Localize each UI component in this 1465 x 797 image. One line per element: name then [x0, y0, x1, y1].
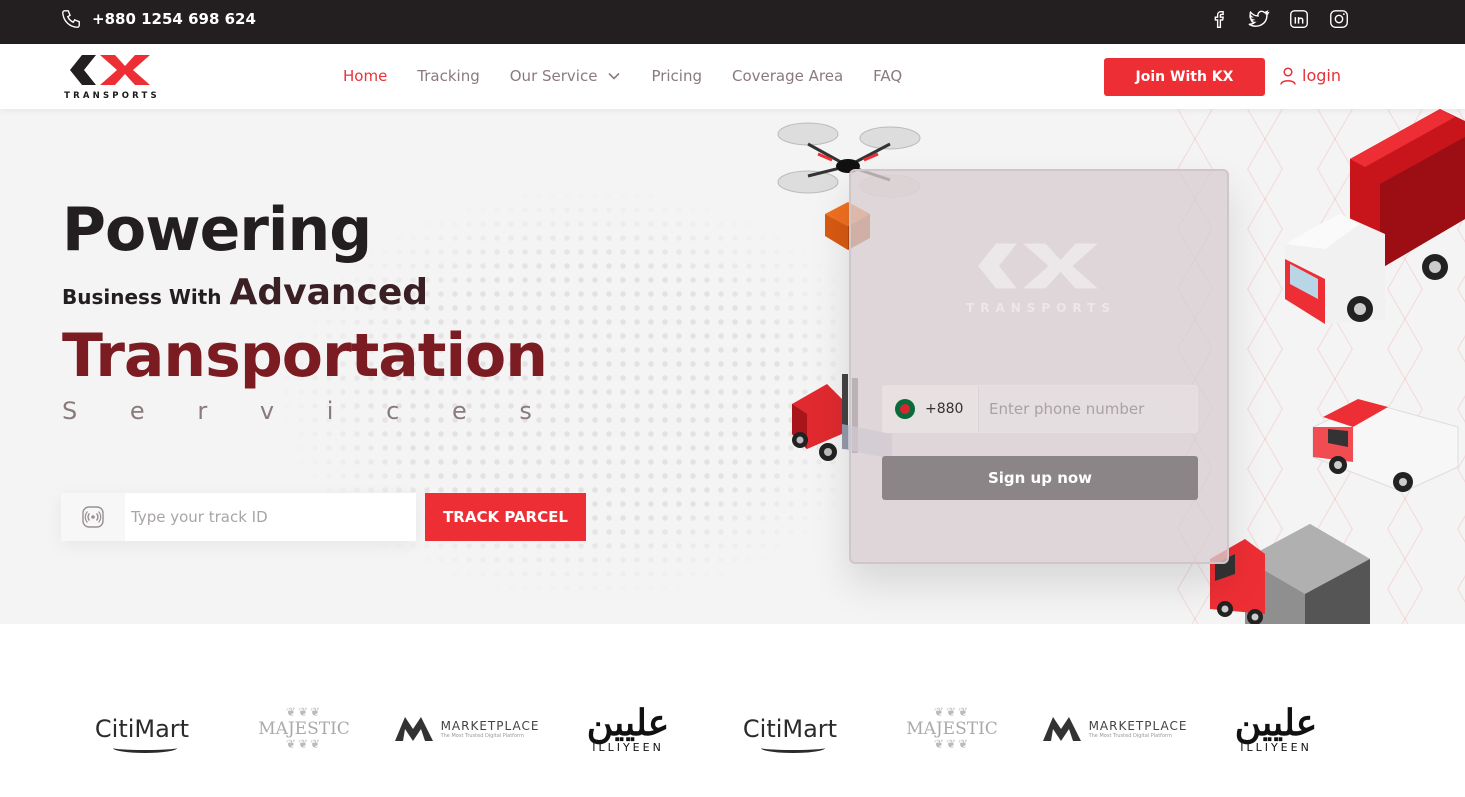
partner-illiyeen: عليين ILLIYEEN [584, 684, 672, 774]
hero-title-line1: Powering [62, 195, 372, 265]
majestic-logo: ❦❦❦ MAJESTIC ❦❦❦ [258, 705, 350, 752]
facebook-icon[interactable] [1208, 8, 1230, 30]
partner-logos: CitiMart ❦❦❦ MAJESTIC ❦❦❦ MARKETPLACE The M… [0, 624, 1465, 797]
partner-citimart: CitiMart [88, 684, 196, 774]
signup-logo: TRANSPORTS [961, 239, 1121, 319]
partner-marketplace: MARKETPLACE The Most Trusted Digital Plat… [1042, 684, 1188, 774]
partner-marketplace: MARKETPLACE The Most Trusted Digital Plat… [394, 684, 540, 774]
nav-coverage-area-label: Coverage Area [732, 67, 844, 85]
partner-majestic: ❦❦❦ MAJESTIC ❦❦❦ [906, 684, 998, 774]
services-letter: S [62, 397, 78, 425]
signup-card: TRANSPORTS +880 Sign up now [849, 169, 1229, 564]
majestic-logo: ❦❦❦ MAJESTIC ❦❦❦ [906, 705, 998, 752]
citimart-logo: CitiMart [95, 715, 189, 753]
nav-home-label: Home [343, 67, 388, 85]
hero-title-line3: Transportation [62, 321, 548, 391]
hero-title-line2: Business With Advanced [62, 272, 428, 313]
marketplace-logo: MARKETPLACE The Most Trusted Digital Plat… [394, 717, 540, 741]
phone-input-group: +880 [882, 385, 1198, 433]
nav-coverage-area[interactable]: Coverage Area [732, 67, 843, 85]
nav-our-service[interactable]: Our Service [510, 67, 622, 85]
nav-home[interactable]: Home [343, 67, 387, 85]
nav-menu: Home Tracking Our Service Pricing Covera… [343, 67, 932, 85]
services-letter: r [197, 397, 208, 425]
marketplace-logo: MARKETPLACE The Most Trusted Digital Plat… [1042, 717, 1188, 741]
nav-tracking[interactable]: Tracking [417, 67, 479, 85]
phone-icon [62, 10, 80, 28]
chevron-down-icon [608, 72, 621, 80]
contact-phone[interactable]: +880 1254 698 624 [60, 8, 256, 30]
marketplace-mark-icon [394, 717, 433, 741]
hero-section: Powering Business With Advanced Transpor… [0, 109, 1465, 624]
country-code: +880 [925, 401, 964, 417]
phone-number-input[interactable] [979, 386, 1197, 432]
services-letter: s [519, 397, 532, 425]
country-code-select[interactable]: +880 [883, 386, 979, 432]
illiyeen-logo: عليين ILLIYEEN [1234, 701, 1318, 754]
services-letter: c [386, 397, 400, 425]
partner-illiyeen: عليين ILLIYEEN [1232, 684, 1320, 774]
join-button[interactable]: Join With KX [1104, 58, 1265, 96]
illiyeen-logo: عليين ILLIYEEN [586, 701, 670, 754]
nav-pricing[interactable]: Pricing [651, 67, 702, 85]
hero-title-big: Advanced [229, 272, 429, 313]
track-id-field [61, 493, 416, 541]
services-letter: i [326, 397, 334, 425]
box-truck-illustration [1285, 109, 1465, 324]
hero-title-services: S e r v i c e s [62, 397, 532, 425]
services-letter: v [259, 397, 275, 425]
marketplace-mark-icon [1042, 717, 1081, 741]
linkedin-icon[interactable] [1288, 8, 1310, 30]
nav-pricing-label: Pricing [651, 67, 702, 85]
login-label: login [1302, 66, 1341, 85]
kx-logo-mark [70, 55, 150, 85]
social-links [1208, 8, 1350, 30]
kx-logo-mark [978, 243, 1098, 289]
main-navbar: TRANSPORTS Home Tracking Our Service Pri… [0, 44, 1465, 109]
track-parcel-form: TRACK PARCEL [61, 493, 586, 541]
signup-wordmark: TRANSPORTS [966, 301, 1116, 315]
nav-our-service-label: Our Service [509, 67, 598, 85]
signal-icon [61, 493, 125, 541]
services-letter: e [129, 397, 145, 425]
twitter-icon[interactable] [1248, 8, 1270, 30]
brand-logo[interactable]: TRANSPORTS [60, 52, 164, 102]
delivery-van-illustration [1312, 399, 1459, 493]
phone-number: +880 1254 698 624 [92, 10, 256, 28]
track-id-input[interactable] [125, 508, 405, 526]
top-bar: +880 1254 698 624 [0, 0, 1465, 44]
citimart-logo: CitiMart [743, 715, 837, 753]
nav-faq[interactable]: FAQ [873, 67, 902, 85]
cargo-truck-illustration [1210, 524, 1370, 624]
user-icon [1280, 66, 1296, 85]
partner-citimart: CitiMart [736, 684, 844, 774]
track-parcel-button[interactable]: TRACK PARCEL [425, 493, 586, 541]
nav-faq-label: FAQ [873, 67, 903, 85]
brand-wordmark: TRANSPORTS [64, 91, 160, 101]
hero-title-small: Business With [62, 285, 222, 309]
partner-majestic: ❦❦❦ MAJESTIC ❦❦❦ [258, 684, 350, 774]
instagram-icon[interactable] [1328, 8, 1350, 30]
nav-tracking-label: Tracking [417, 67, 480, 85]
sign-up-button[interactable]: Sign up now [882, 456, 1198, 500]
services-letter: e [451, 397, 467, 425]
login-link[interactable]: login [1280, 66, 1341, 85]
bangladesh-flag-icon [895, 399, 915, 419]
